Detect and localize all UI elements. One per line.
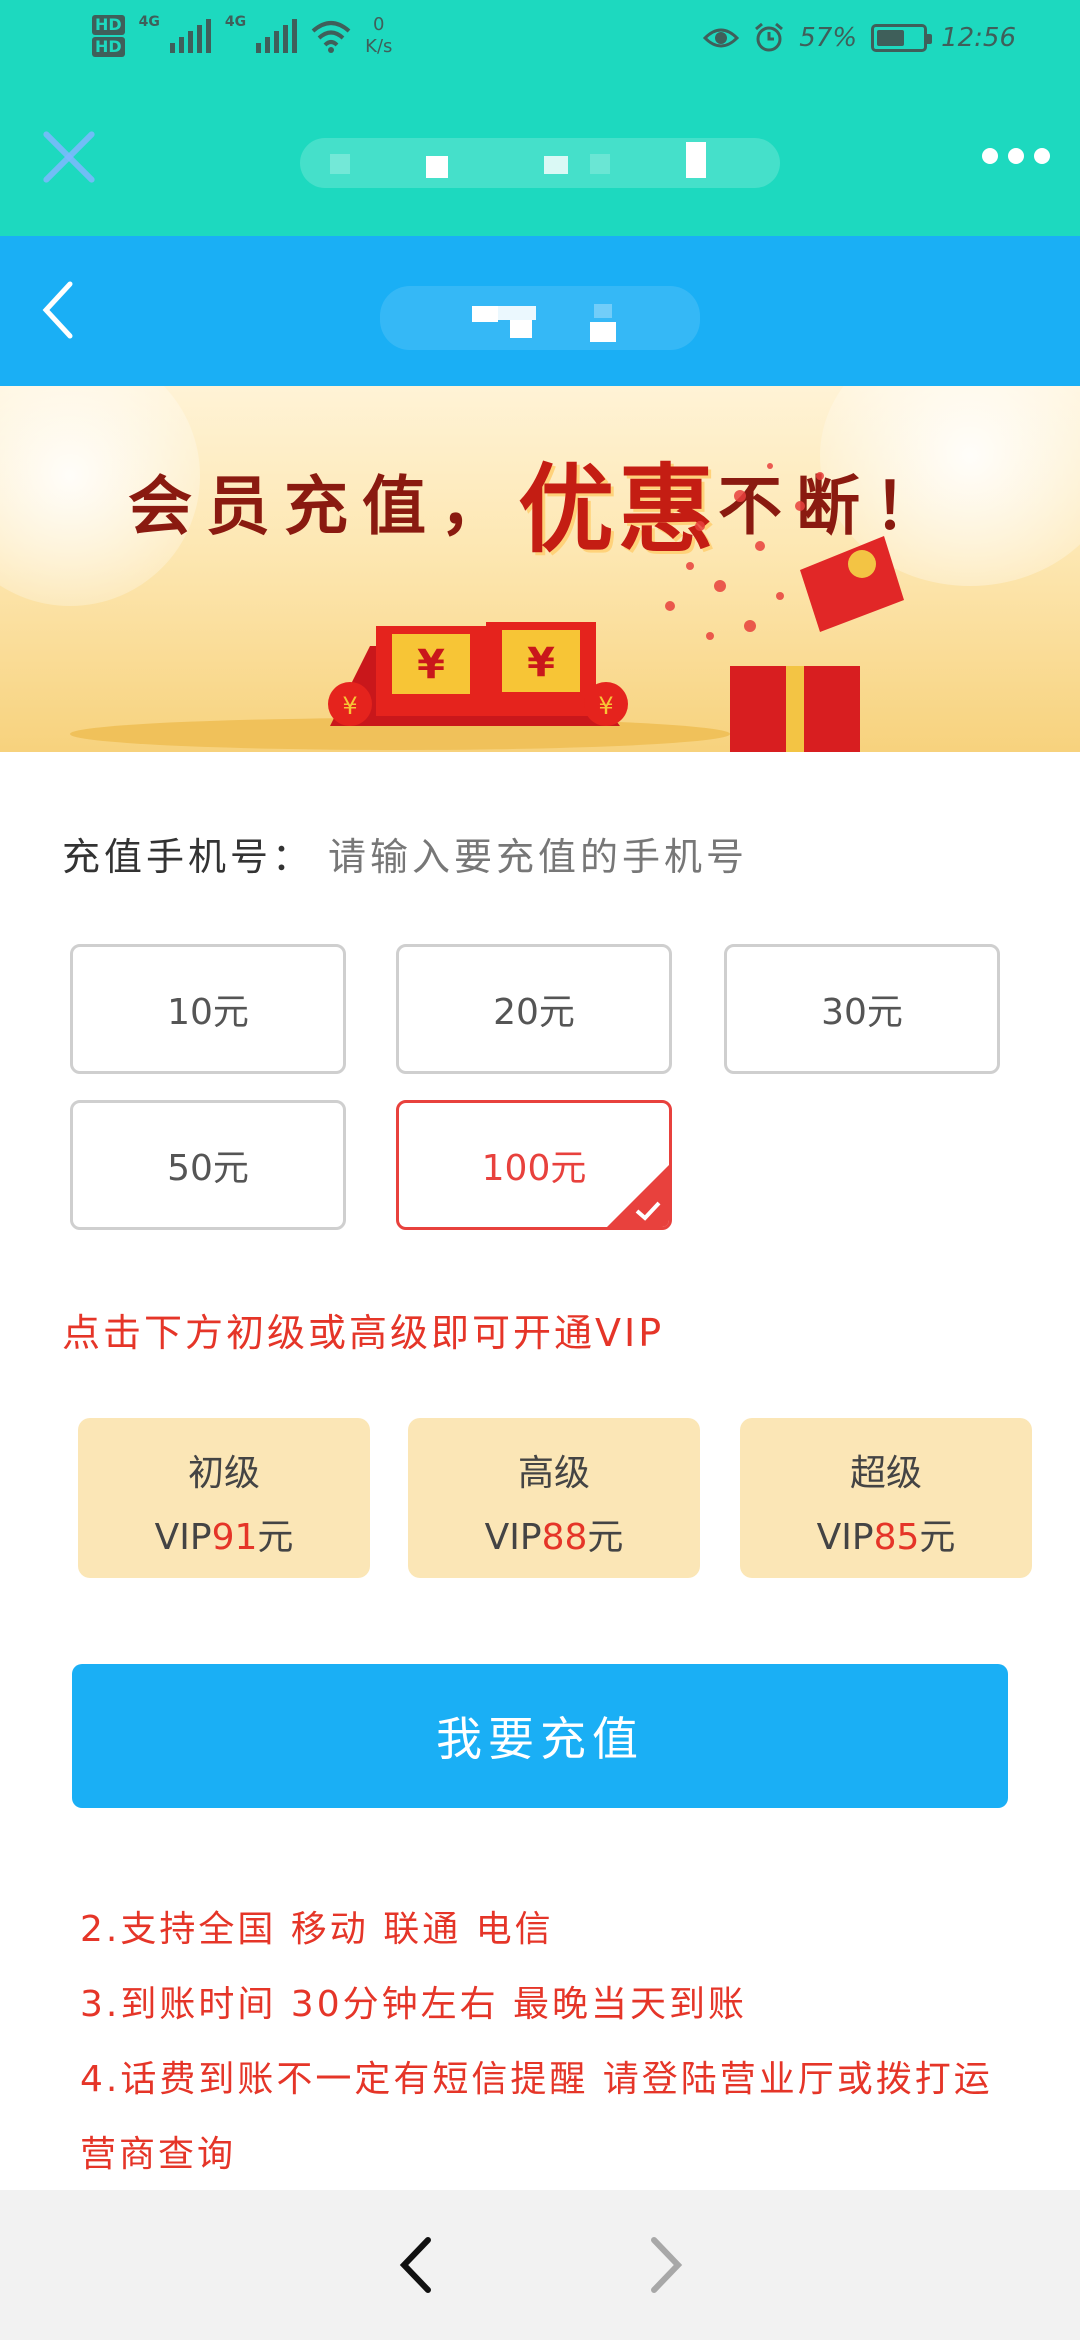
vip-option-basic[interactable]: 初级 VIP91元 <box>78 1418 370 1578</box>
vip-unit: 元 <box>919 1517 956 1558</box>
speed-unit: K/s <box>365 36 393 57</box>
note-item: 2.支持全国 移动 联通 电信 <box>80 1909 554 1950</box>
speed-value: 0 <box>373 14 385 35</box>
vip-price: VIP91元 <box>78 1508 370 1560</box>
status-bar: HD HD 4G 4G 0 K/s 57% 12:56 <box>0 0 1080 86</box>
vip-prefix: VIP <box>816 1517 874 1558</box>
recharge-button[interactable]: 我要充值 <box>72 1664 1008 1808</box>
vip-option-super[interactable]: 超级 VIP85元 <box>740 1418 1032 1578</box>
vip-price-number: 91 <box>211 1517 258 1558</box>
vip-option-advanced[interactable]: 高级 VIP88元 <box>408 1418 700 1578</box>
hd-label-2: HD <box>92 37 125 57</box>
amount-label: 20元 <box>493 992 575 1033</box>
phone-input-row[interactable]: 充值手机号： 请输入要充值的手机号 <box>62 826 748 881</box>
vip-price: VIP85元 <box>740 1508 1032 1560</box>
amount-label: 30元 <box>821 992 903 1033</box>
eye-comfort-icon <box>703 28 740 48</box>
network-type-2: 4G <box>224 14 247 30</box>
battery-icon <box>871 24 933 52</box>
vip-title: 高级 <box>517 1453 590 1494</box>
more-options-icon[interactable] <box>982 148 1050 164</box>
note-item: 3.到账时间 30分钟左右 最晚当天到账 <box>80 1984 748 2025</box>
amount-option-10[interactable]: 10元 <box>70 944 346 1074</box>
network-speed: 0 K/s <box>365 14 392 58</box>
amount-option-20[interactable]: 20元 <box>396 944 672 1074</box>
amount-option-50[interactable]: 50元 <box>70 1100 346 1230</box>
battery-percent: 57% <box>799 23 858 53</box>
svg-text:¥: ¥ <box>417 642 445 688</box>
blurred-page-title <box>380 286 700 350</box>
signal-icon <box>256 19 298 53</box>
bottom-nav-bar <box>0 2190 1080 2340</box>
vip-prefix: VIP <box>484 1517 542 1558</box>
network-type-1: 4G <box>138 14 160 30</box>
back-chevron-icon[interactable] <box>36 278 84 342</box>
amount-label: 50元 <box>167 1148 249 1189</box>
amount-label: 10元 <box>167 992 249 1033</box>
back-arrow-icon[interactable] <box>392 2232 442 2298</box>
notes-list: 2.支持全国 移动 联通 电信 3.到账时间 30分钟左右 最晚当天到账 4.话… <box>80 1892 1020 2192</box>
hd-indicator: HD HD <box>92 15 125 57</box>
close-icon[interactable] <box>40 128 98 186</box>
vip-price-number: 88 <box>541 1517 588 1558</box>
forward-arrow-icon[interactable] <box>640 2232 690 2298</box>
vip-hint: 点击下方初级或高级即可开通VIP <box>62 1311 665 1355</box>
phone-input[interactable]: 请输入要充值的手机号 <box>328 835 748 879</box>
promo-banner: 会员充值，优惠不断！ ¥ ¥ ¥ ¥ <box>0 386 1080 752</box>
vip-unit: 元 <box>257 1517 294 1558</box>
hd-label-1: HD <box>92 15 125 35</box>
svg-text:¥: ¥ <box>527 640 555 686</box>
blurred-app-title <box>300 138 780 188</box>
amount-option-100[interactable]: 100元 <box>396 1100 672 1230</box>
vip-title: 超级 <box>849 1453 922 1494</box>
selected-check-icon <box>607 1165 669 1227</box>
svg-text:¥: ¥ <box>598 692 613 720</box>
red-envelopes-gift-illustration: ¥ ¥ ¥ ¥ <box>70 463 904 752</box>
amount-option-30[interactable]: 30元 <box>724 944 1000 1074</box>
signal-icon <box>169 19 211 53</box>
clock-time: 12:56 <box>941 23 1016 53</box>
vip-prefix: VIP <box>154 1517 212 1558</box>
wifi-icon <box>311 21 351 53</box>
svg-text:¥: ¥ <box>342 692 357 720</box>
amount-label: 100元 <box>481 1148 587 1189</box>
phone-label: 充值手机号： <box>62 835 315 879</box>
vip-price-number: 85 <box>873 1517 920 1558</box>
note-item: 4.话费到账不一定有短信提醒 请登陆营业厅或拨打运营商查询 <box>80 2059 993 2175</box>
vip-title: 初级 <box>187 1453 260 1494</box>
alarm-icon <box>755 22 784 52</box>
vip-unit: 元 <box>587 1517 624 1558</box>
vip-price: VIP88元 <box>408 1508 700 1560</box>
